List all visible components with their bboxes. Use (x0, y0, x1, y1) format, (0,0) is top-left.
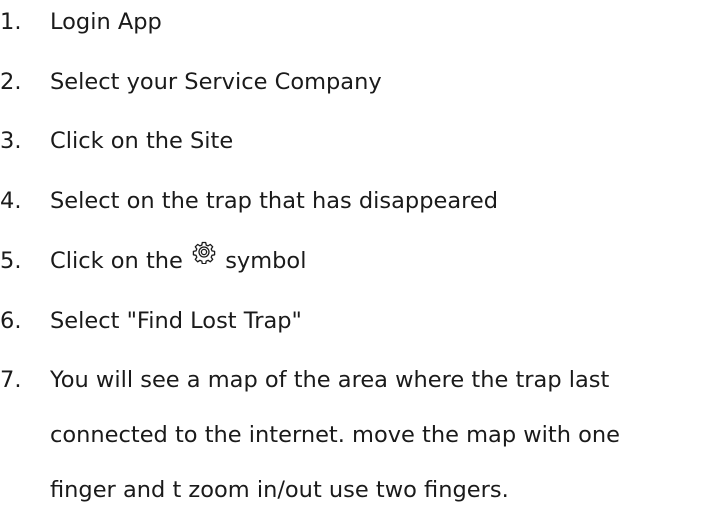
step-text-after-icon: symbol (225, 248, 307, 274)
step-text-line-1: You will see a map of the area where the… (50, 367, 610, 393)
step-text: You will see a map of the area where the… (50, 353, 620, 518)
step-text: Select "Find Lost Trap" (50, 308, 302, 334)
gear-icon (192, 240, 216, 264)
step-text: Select your Service Company (50, 69, 382, 95)
step-text: Click on the Site (50, 128, 234, 154)
step-number: 7. (0, 367, 22, 393)
step-number: 1. (0, 9, 22, 35)
step-number: 3. (0, 128, 22, 154)
step-number: 4. (0, 188, 22, 214)
step-number: 5. (0, 248, 22, 274)
step-text: Select on the trap that has disappeared (50, 188, 499, 214)
step-text-line-2: connected to the internet. move the map … (50, 422, 621, 448)
step-number: 6. (0, 308, 22, 334)
step-text-before-icon: Click on the (50, 248, 183, 274)
step-number: 2. (0, 69, 22, 95)
step-text-line-3: finger and t zoom in/out use two fingers… (50, 477, 509, 503)
step-text: Click on the symbol (50, 234, 306, 289)
step-text: Login App (50, 9, 162, 35)
